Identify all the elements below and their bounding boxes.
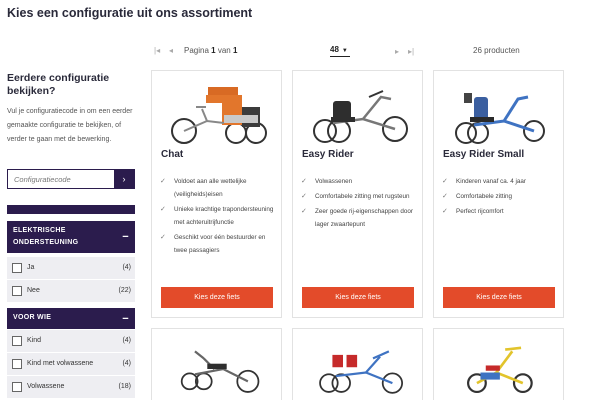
product-card-easy-rider-small[interactable]: Easy Rider Small ✓ Kinderen vanaf ca. 4 j… [433,70,564,318]
product-card[interactable] [151,328,282,400]
previous-config-heading: Eerdere configuratie bekijken? [7,72,110,97]
next-page-icon[interactable]: ▸ [395,47,399,56]
caret-down-icon: ▼ [341,48,348,54]
collapse-icon[interactable]: − [122,313,129,325]
config-code-form: › [7,169,135,189]
check-icon: ✓ [160,206,166,213]
choose-bike-button[interactable]: Kies deze fiets [302,287,414,308]
filter-option-count: (4) [122,264,131,271]
check-icon: ✓ [442,193,448,200]
checkbox[interactable] [12,382,22,392]
filter-option-count: (22) [118,287,131,294]
filter-option-count: (4) [122,360,131,367]
feature-list: ✓ Volwassenen ✓ Comfortabele zitting met r… [301,175,419,233]
filter-option-count: (4) [122,337,131,344]
product-name: Easy Rider [302,149,354,160]
pagination-bar: |◂ ◂ Pagina 1 van 1 ▸ ▸| 48 ▼ 26 producte… [152,42,564,60]
feature-item: ✓ Comfortabele zitting met rugsteun [301,190,419,203]
check-icon: ✓ [301,193,307,200]
easy-rider-bike-image [313,90,408,143]
product-card-easy-rider[interactable]: Easy Rider ✓ Volwassenen ✓ Comfortabele zi… [292,70,423,318]
chevron-right-icon: › [122,174,126,184]
feature-item: ✓ Voldoet aan alle wettelijke (veiligheid… [160,175,278,201]
feature-item: ✓ Volwassenen [301,175,419,188]
collapse-icon[interactable]: − [122,231,129,243]
last-page-icon[interactable]: ▸| [408,47,414,56]
check-icon: ✓ [442,178,448,185]
config-code-submit-button[interactable]: › [114,170,134,188]
filter-option-label: Ja [27,264,35,271]
product-card-chat[interactable]: Chat ✓ Voldoet aan alle wettelijke (veili… [151,70,282,318]
feature-list: ✓ Kinderen vanaf ca. 4 jaar ✓ Comfortabele… [442,175,560,220]
checkbox[interactable] [12,336,22,346]
feature-item: ✓ Zeer goede rij-eigenschappen door lager… [301,205,419,231]
check-icon: ✓ [301,208,307,215]
filter-option-ja[interactable]: Ja (4) [7,257,135,279]
feature-item: ✓ Comfortabele zitting [442,190,560,203]
product-name: Chat [161,149,184,160]
total-pages: 1 [232,46,238,55]
filter-option-count: (18) [118,383,131,390]
page-of-label: van [217,46,231,55]
filter-option-nee[interactable]: Nee (22) [7,280,135,302]
page-title: Kies een configuratie uit ons assortimen… [7,6,253,20]
prev-page-icon[interactable]: ◂ [169,46,173,55]
filter-option-label: Kind met volwassene [27,360,94,367]
feature-item: ✓ Kinderen vanaf ca. 4 jaar [442,175,560,188]
previous-config-text: Vul je configuratiecode in om een eerder… [7,108,133,143]
check-icon: ✓ [160,234,166,241]
product-count: 26 producten [473,46,520,55]
feature-list: ✓ Voldoet aan alle wettelijke (veiligheid… [160,175,278,259]
filter-option-label: Volwassene [27,383,65,390]
feature-item: ✓ Unieke krachtige trapondersteuning met … [160,203,278,229]
current-page: 1 [211,46,216,55]
first-page-icon[interactable]: |◂ [154,46,160,55]
check-icon: ✓ [160,178,166,185]
filter-header-electric[interactable]: ELEKTRISCHE ONDERSTEUNING − [7,221,135,253]
filter-header-voor-wie[interactable]: VOOR WIE − [7,308,135,329]
per-page-select[interactable]: 48 ▼ [330,45,350,57]
filter-option-label: Kind [27,337,42,344]
tandem-trike-image [319,350,403,394]
check-icon: ✓ [301,178,307,185]
checkbox[interactable] [12,359,22,369]
kids-trike-image [467,346,533,394]
filter-option-kind-met-volwassene[interactable]: Kind met volwassene (4) [7,353,135,375]
filter-option-kind[interactable]: Kind (4) [7,330,135,352]
easy-rider-small-bike-image [455,93,545,144]
feature-item: ✓ Geschikt voor één bestuurder en twee pa… [160,231,278,257]
filter-divider [7,205,135,214]
recumbent-trike-image [180,350,260,393]
filter-option-label: Nee [27,287,40,294]
page-label: Pagina [184,46,209,55]
per-page-value: 48 [330,45,339,54]
filter-title: ELEKTRISCHE ONDERSTEUNING [13,227,79,246]
chat-bike-image [171,87,267,144]
checkbox[interactable] [12,263,22,273]
page-indicator: Pagina 1 van 1 [184,46,237,55]
feature-item: ✓ Perfect rijcomfort [442,205,560,218]
filter-title: VOOR WIE [13,314,52,321]
filter-option-volwassene[interactable]: Volwassene (18) [7,376,135,398]
checkbox[interactable] [12,286,22,296]
product-card[interactable] [292,328,423,400]
check-icon: ✓ [442,208,448,215]
config-code-input[interactable] [8,170,114,188]
product-card[interactable] [433,328,564,400]
product-name: Easy Rider Small [443,149,525,160]
choose-bike-button[interactable]: Kies deze fiets [161,287,273,308]
choose-bike-button[interactable]: Kies deze fiets [443,287,555,308]
